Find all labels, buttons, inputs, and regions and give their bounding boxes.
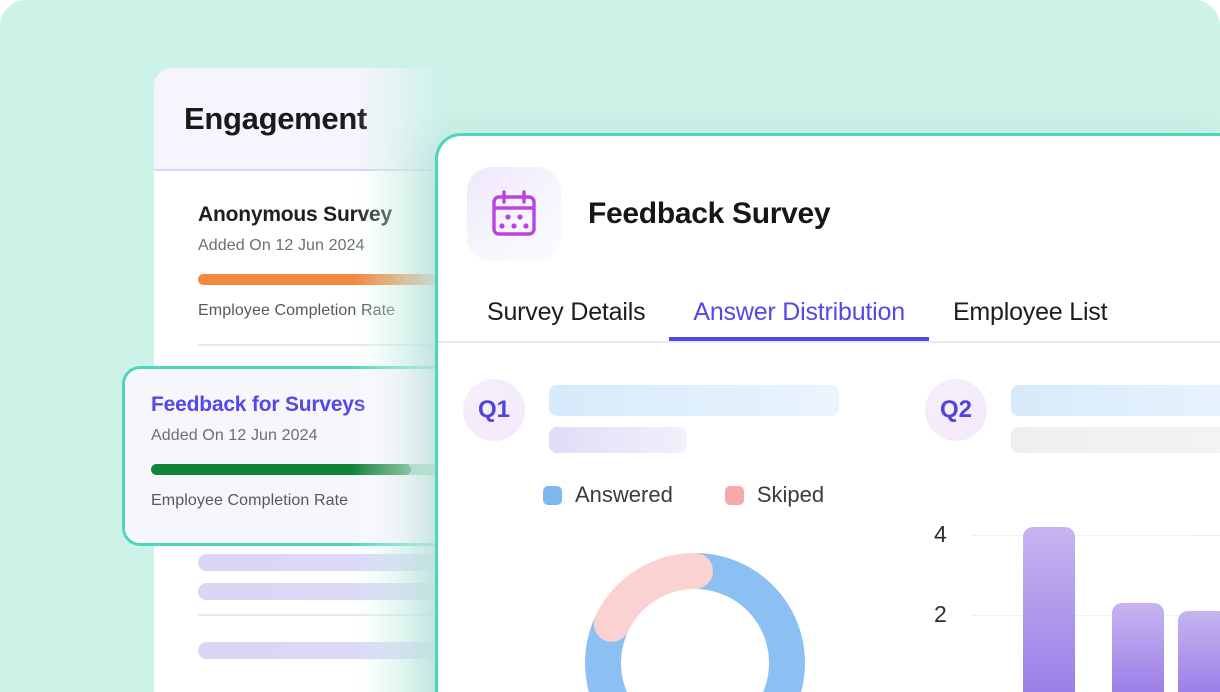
placeholder-line <box>1011 427 1220 453</box>
survey-date: Added On 12 Jun 2024 <box>151 427 318 444</box>
calendar-icon-glyph <box>492 190 536 236</box>
detail-title: Feedback Survey <box>588 197 831 230</box>
detail-tabs: Survey Details Answer Distribution Emplo… <box>438 285 1220 343</box>
survey-name: Feedback for Surveys <box>151 393 366 416</box>
legend-swatch <box>543 485 562 505</box>
question-block-q1: Q1 <box>463 379 839 453</box>
chart-bar <box>1178 611 1220 692</box>
question-text-placeholder <box>549 379 839 453</box>
completion-rate-label: Employee Completion Rate <box>151 492 349 509</box>
tab-employee-list[interactable]: Employee List <box>929 298 1131 341</box>
placeholder-line <box>549 427 687 453</box>
chart-gridline <box>972 535 1220 536</box>
question-text-placeholder <box>1011 379 1220 453</box>
question-badge: Q1 <box>463 379 525 441</box>
legend-label: Answered <box>575 482 673 507</box>
page-title: Engagement <box>184 100 368 136</box>
chart-bar <box>1023 527 1075 692</box>
question-block-q2: Q2 <box>925 379 1220 453</box>
tab-answer-distribution[interactable]: Answer Distribution <box>669 298 929 341</box>
placeholder-line <box>1011 385 1220 416</box>
answer-donut-chart <box>575 543 815 692</box>
placeholder-line <box>198 554 438 571</box>
y-axis-tick: 2 <box>934 601 947 627</box>
donut-slice <box>593 553 713 642</box>
question-badge: Q2 <box>925 379 987 441</box>
tab-survey-details[interactable]: Survey Details <box>463 298 669 341</box>
answer-bar-chart: 4 2 <box>920 495 1220 692</box>
legend-item-skiped: Skiped <box>724 482 825 508</box>
legend-swatch <box>724 485 744 505</box>
placeholder-line <box>549 385 839 416</box>
survey-list-item-selected[interactable]: Feedback for Surveys Added On 12 Jun 202… <box>122 366 482 546</box>
legend-label: Skiped <box>756 482 825 507</box>
placeholder-line <box>198 642 438 659</box>
placeholder-line <box>198 583 438 600</box>
completion-progress-fill <box>151 464 411 475</box>
chart-bar <box>1112 603 1164 692</box>
question-blocks: Q1 Q2 <box>438 343 1220 453</box>
calendar-icon <box>467 167 561 261</box>
donut-svg <box>585 553 805 692</box>
legend-item-answered: Answered <box>543 482 673 508</box>
y-axis-tick: 4 <box>934 521 947 547</box>
completion-progress-track <box>151 464 453 475</box>
detail-header: Feedback Survey <box>438 136 1220 261</box>
screenshot-stage: Engagement Anonymous Survey Added On 12 … <box>0 0 1220 692</box>
